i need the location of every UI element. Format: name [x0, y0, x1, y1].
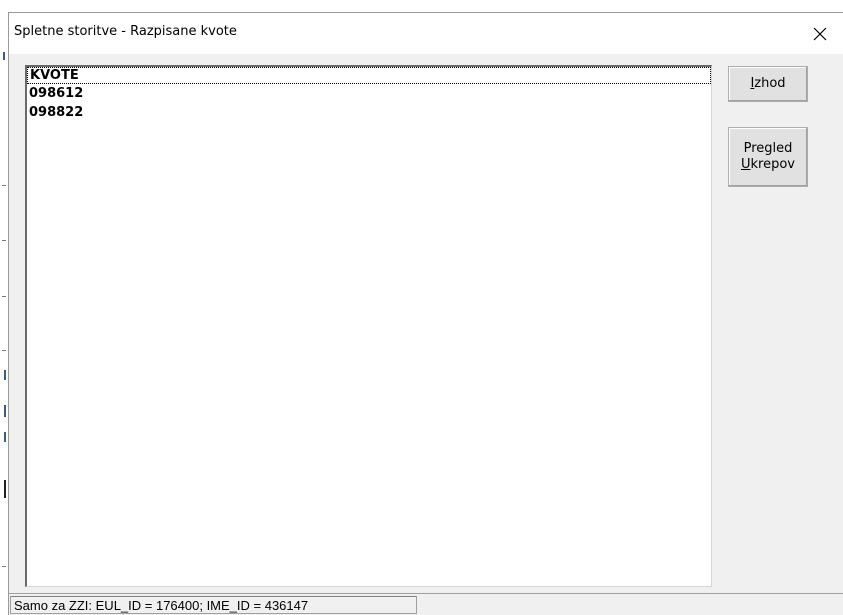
pregled-accel-key: U — [741, 157, 751, 172]
window-title: Spletne storitve - Razpisane kvote — [14, 24, 237, 39]
background-mark — [4, 480, 6, 498]
kvote-listbox[interactable]: KVOTE 098612 098822 — [25, 65, 712, 587]
background-tick — [2, 185, 6, 186]
list-item[interactable]: 098612 — [27, 84, 711, 103]
izhod-button-label: Izhod — [750, 76, 785, 92]
background-tick — [2, 566, 6, 567]
background-window-edge — [0, 0, 8, 615]
dialog-window: Spletne storitve - Razpisane kvote KVOTE… — [8, 12, 843, 615]
pregled-ukrepov-button[interactable]: Pregled Ukrepov — [728, 127, 808, 187]
title-bar[interactable]: Spletne storitve - Razpisane kvote — [9, 13, 843, 54]
izhod-label-rest: zhod — [754, 76, 786, 91]
pregled-line2: Ukrepov — [741, 157, 795, 173]
izhod-button[interactable]: Izhod — [728, 66, 808, 102]
background-mark — [4, 370, 6, 380]
background-mark — [4, 405, 6, 417]
pregled-line1: Pregled — [743, 141, 793, 156]
status-bar: Samo za ZZI: EUL_ID = 176400; IME_ID = 4… — [9, 593, 843, 615]
list-item[interactable]: KVOTE — [27, 67, 711, 84]
background-tick — [2, 350, 6, 351]
background-tick — [2, 296, 6, 297]
status-panel: Samo za ZZI: EUL_ID = 176400; IME_ID = 4… — [10, 596, 417, 614]
list-item[interactable]: 098822 — [27, 103, 711, 122]
pregled-label-rest: krepov — [750, 157, 795, 172]
close-button[interactable] — [797, 13, 843, 54]
close-icon — [813, 27, 827, 40]
status-text: Samo za ZZI: EUL_ID = 176400; IME_ID = 4… — [14, 598, 309, 613]
background-tick — [2, 240, 6, 241]
background-mark — [3, 52, 5, 60]
background-mark — [4, 432, 6, 442]
